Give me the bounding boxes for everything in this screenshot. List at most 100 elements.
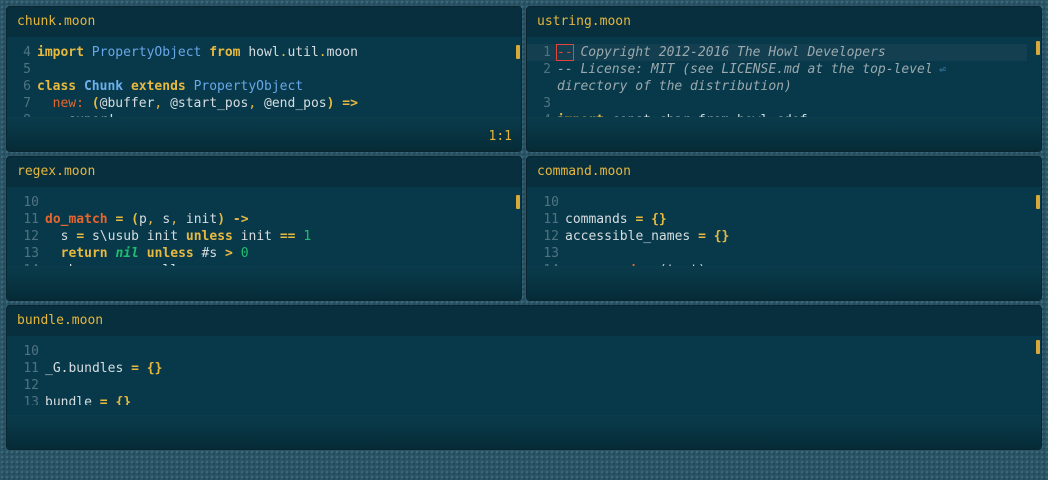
code-token: 1 — [303, 229, 312, 244]
line-number: 6 — [23, 79, 31, 94]
code-token: = — [76, 229, 85, 244]
code-line[interactable]: 13 bundle = {} — [7, 394, 1027, 405]
code-token: s\usub init — [84, 229, 186, 244]
code-area[interactable]: 10 11 commands = {} 12 accessible_names = {}… — [527, 194, 1027, 266]
scroll-marker[interactable] — [1036, 195, 1040, 209]
code-token: ) — [217, 212, 226, 227]
code-token: s — [45, 229, 77, 244]
pane-title: ustring.moon — [527, 7, 1041, 37]
code-token: s — [154, 212, 171, 227]
line-number: 13 — [23, 246, 39, 261]
code-token: > — [225, 246, 233, 261]
code-token: init — [232, 229, 280, 244]
code-line[interactable]: 13 — [527, 245, 1027, 262]
code-token: howl — [240, 45, 280, 60]
code-area[interactable]: 10 11 do_match = (p, s, init) -> 12 s = s\u… — [7, 194, 507, 266]
code-token: _G.bundles — [45, 361, 132, 376]
code-line[interactable]: 12 accessible_names = {} — [527, 228, 1027, 245]
code-line[interactable]: 12 — [7, 377, 1027, 394]
code-line[interactable]: 11 commands = {} — [527, 211, 1027, 228]
code-token: = — [131, 361, 139, 376]
line-number: 12 — [23, 378, 39, 393]
code-line[interactable]: 3 — [527, 95, 1027, 112]
editor-pane-bundle[interactable]: bundle.moon 10 11 _G.bundles = {} 12 13 bundl… — [6, 305, 1042, 450]
code-token: unless — [146, 246, 194, 261]
editor-pane-chunk[interactable]: chunk.moon 4 import PropertyObject from h… — [6, 6, 522, 152]
code-token: extends — [130, 79, 186, 94]
pane-status-bar — [527, 117, 1041, 151]
line-number: 7 — [23, 96, 31, 111]
code-token: moon — [326, 45, 358, 60]
code-token: directory of the distribution) — [557, 79, 792, 94]
pane-status-bar — [7, 415, 1041, 449]
code-area[interactable]: 10 11 _G.bundles = {} 12 13 bundle = {} — [7, 343, 1027, 405]
line-number: 11 — [23, 212, 39, 227]
code-line[interactable]: 1 -- Copyright 2012-2016 The Howl Develop… — [527, 44, 1027, 61]
code-line[interactable]: 11 _G.bundles = {} — [7, 360, 1027, 377]
code-area[interactable]: 4 import PropertyObject from howl.util.mo… — [7, 44, 507, 124]
code-token: , — [248, 96, 257, 111]
scroll-marker[interactable] — [1036, 41, 1040, 55]
pane-status-bar — [527, 266, 1041, 300]
editor-pane-ustring[interactable]: ustring.moon 1 -- Copyright 2012-2016 The… — [526, 6, 1042, 152]
code-line[interactable]: 7 new: (@buffer, @start_pos, @end_pos) =… — [7, 95, 507, 112]
code-token: PropertyObject — [193, 79, 304, 94]
code-token: 0 — [240, 246, 249, 261]
code-token: class — [37, 79, 77, 94]
code-token: do_match — [45, 212, 108, 227]
code-line[interactable]: 11 do_match = (p, s, init) -> — [7, 211, 507, 228]
line-number: 10 — [23, 195, 39, 210]
line-number: 10 — [23, 344, 39, 359]
code-line[interactable]: 10 — [7, 343, 1027, 360]
code-token: new: — [52, 96, 84, 111]
scroll-marker[interactable] — [516, 195, 520, 209]
code-token: p — [138, 212, 147, 227]
pane-status-bar — [7, 117, 521, 151]
code-line[interactable]: 10 — [7, 194, 507, 211]
code-line[interactable]: 2 -- License: MIT (see LICENSE.md at the … — [527, 61, 1027, 78]
code-line[interactable]: 12 s = s\usub init unless init == 1 — [7, 228, 507, 245]
code-token: {} — [115, 395, 132, 405]
line-number: 12 — [23, 229, 39, 244]
pane-title: bundle.moon — [7, 306, 1041, 336]
code-line[interactable]: directory of the distribution) — [527, 78, 1027, 95]
code-line[interactable]: 13 return nil unless #s > 0 — [7, 245, 507, 262]
line-number: 10 — [543, 195, 559, 210]
code-token: Copyright 2012-2016 The Howl Developers — [572, 45, 886, 60]
code-token: accessible_names — [565, 229, 699, 244]
line-number: 13 — [543, 246, 559, 261]
code-token: #s — [193, 246, 226, 261]
editor-pane-regex[interactable]: regex.moon 10 11 do_match = (p, s, init) -… — [6, 156, 522, 301]
code-token: commands — [565, 212, 636, 227]
editor-pane-command[interactable]: command.moon 10 11 commands = {} 12 accessib… — [526, 156, 1042, 301]
text-cursor: -- — [556, 44, 574, 61]
code-token: , — [146, 212, 155, 227]
code-token: from — [209, 45, 241, 60]
line-number: 11 — [543, 212, 559, 227]
code-line[interactable]: 10 — [527, 194, 1027, 211]
scroll-marker[interactable] — [1036, 340, 1040, 354]
code-token: {} — [651, 212, 667, 227]
code-token: {} — [146, 361, 163, 376]
code-line[interactable]: 4 import PropertyObject from howl.util.mo… — [7, 44, 507, 61]
cursor-position: 1:1 — [488, 129, 512, 144]
line-number: 11 — [23, 361, 39, 376]
pane-title: command.moon — [527, 157, 1041, 187]
code-token: -- License: MIT (see LICENSE.md at the t… — [557, 62, 933, 77]
code-token: return — [60, 246, 108, 261]
code-line[interactable]: 6 class Chunk extends PropertyObject — [7, 78, 507, 95]
code-line[interactable]: 5 — [7, 61, 507, 78]
code-token: ( — [91, 96, 100, 111]
code-area[interactable]: 1 -- Copyright 2012-2016 The Howl Develop… — [527, 44, 1027, 124]
scroll-marker[interactable] — [516, 45, 520, 59]
code-token: -> — [232, 212, 249, 227]
code-token: nil — [115, 246, 139, 261]
